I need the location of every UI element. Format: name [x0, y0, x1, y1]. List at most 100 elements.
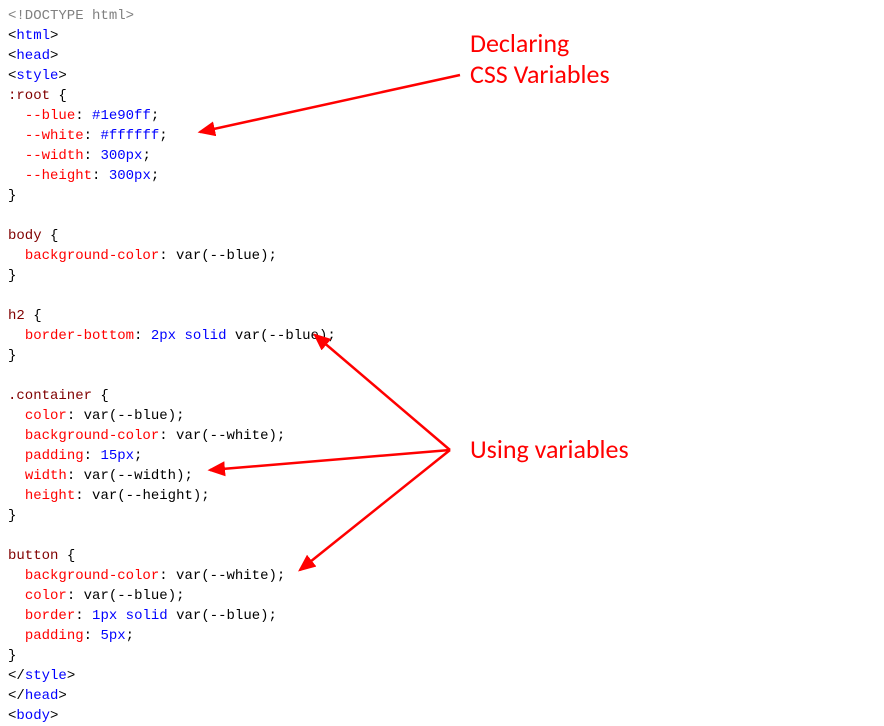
- code-token: >: [67, 668, 75, 684]
- code-token: --blue: [210, 608, 260, 624]
- code-token: [8, 408, 25, 424]
- code-token: (: [109, 588, 117, 604]
- code-token: (: [201, 248, 209, 264]
- code-token: 5px: [100, 628, 125, 644]
- code-line: padding: 5px;: [8, 628, 134, 644]
- code-line: button {: [8, 548, 75, 564]
- code-token: [8, 168, 25, 184]
- code-token: background-color: [25, 568, 159, 584]
- code-line: color: var(--blue);: [8, 588, 185, 604]
- code-token: --blue: [117, 588, 167, 604]
- code-token: border: [25, 608, 75, 624]
- code-token: </: [8, 668, 25, 684]
- code-token: [226, 328, 234, 344]
- code-token: </: [8, 688, 25, 704]
- code-line: background-color: var(--white);: [8, 428, 285, 444]
- code-token: var: [84, 468, 109, 484]
- code-token: }: [8, 508, 16, 524]
- code-token: ;: [151, 168, 159, 184]
- code-line: </style>: [8, 668, 75, 684]
- code-token: {: [42, 228, 59, 244]
- code-line: }: [8, 348, 16, 364]
- code-token: }: [8, 188, 16, 204]
- annotation-declaring: Declaring CSS Variables: [470, 28, 610, 90]
- code-line: h2 {: [8, 308, 42, 324]
- code-token: --white: [210, 428, 269, 444]
- code-token: 15px: [100, 448, 134, 464]
- code-token: 300px: [109, 168, 151, 184]
- code-line: .container {: [8, 388, 109, 404]
- code-token: html: [16, 28, 50, 44]
- code-token: );: [168, 588, 185, 604]
- code-line: border-bottom: 2px solid var(--blue);: [8, 328, 336, 344]
- code-token: :: [84, 148, 101, 164]
- code-line: width: var(--width);: [8, 468, 193, 484]
- code-token: :: [84, 628, 101, 644]
- code-token: (: [201, 428, 209, 444]
- code-token: [8, 248, 25, 264]
- code-token: }: [8, 268, 16, 284]
- code-token: :: [75, 488, 92, 504]
- code-line: background-color: var(--white);: [8, 568, 285, 584]
- annotation-declaring-line1: Declaring: [470, 27, 569, 59]
- code-token: body: [8, 228, 42, 244]
- code-token: (: [117, 488, 125, 504]
- code-token: solid: [126, 608, 168, 624]
- code-token: (: [201, 568, 209, 584]
- code-line: padding: 15px;: [8, 448, 142, 464]
- code-token: >: [58, 688, 66, 704]
- code-token: var: [84, 588, 109, 604]
- code-token: 2px: [151, 328, 176, 344]
- code-token: ;: [151, 108, 159, 124]
- code-line: --blue: #1e90ff;: [8, 108, 159, 124]
- code-token: --blue: [25, 108, 75, 124]
- code-line: }: [8, 268, 16, 284]
- code-token: h2: [8, 308, 25, 324]
- code-token: style: [16, 68, 58, 84]
- code-token: {: [25, 308, 42, 324]
- code-token: ;: [126, 628, 134, 644]
- code-line: }: [8, 648, 16, 664]
- code-line: --height: 300px;: [8, 168, 159, 184]
- annotation-using: Using variables: [470, 434, 629, 465]
- code-token: [8, 608, 25, 624]
- annotation-declaring-line2: CSS Variables: [470, 58, 610, 90]
- code-token: height: [25, 488, 75, 504]
- code-token: style: [25, 668, 67, 684]
- code-token: var: [176, 568, 201, 584]
- code-line: :root {: [8, 88, 67, 104]
- code-token: #1e90ff: [92, 108, 151, 124]
- code-token: ;: [134, 448, 142, 464]
- code-token: <: [8, 708, 16, 724]
- code-line: border: 1px solid var(--blue);: [8, 608, 277, 624]
- code-token: [8, 108, 25, 124]
- code-token: [8, 488, 25, 504]
- code-token: );: [319, 328, 336, 344]
- code-token: (: [109, 468, 117, 484]
- code-token: --blue: [210, 248, 260, 264]
- code-line: <style>: [8, 68, 67, 84]
- code-token: 300px: [100, 148, 142, 164]
- code-token: button: [8, 548, 58, 564]
- code-token: );: [268, 568, 285, 584]
- code-token: var: [176, 428, 201, 444]
- code-token: body: [16, 708, 50, 724]
- code-token: :: [75, 108, 92, 124]
- code-line: <body>: [8, 708, 58, 724]
- code-line: body {: [8, 228, 58, 244]
- code-token: --blue: [269, 328, 319, 344]
- code-token: ;: [159, 128, 167, 144]
- code-token: {: [58, 548, 75, 564]
- code-token: [8, 128, 25, 144]
- code-token: --white: [210, 568, 269, 584]
- code-token: [8, 328, 25, 344]
- code-line: --white: #ffffff;: [8, 128, 168, 144]
- code-line: </head>: [8, 688, 67, 704]
- code-token: {: [92, 388, 109, 404]
- code-token: --height: [25, 168, 92, 184]
- code-line: color: var(--blue);: [8, 408, 185, 424]
- code-line: background-color: var(--blue);: [8, 248, 277, 264]
- code-token: :root: [8, 88, 50, 104]
- code-token: [8, 588, 25, 604]
- code-token: :: [159, 428, 176, 444]
